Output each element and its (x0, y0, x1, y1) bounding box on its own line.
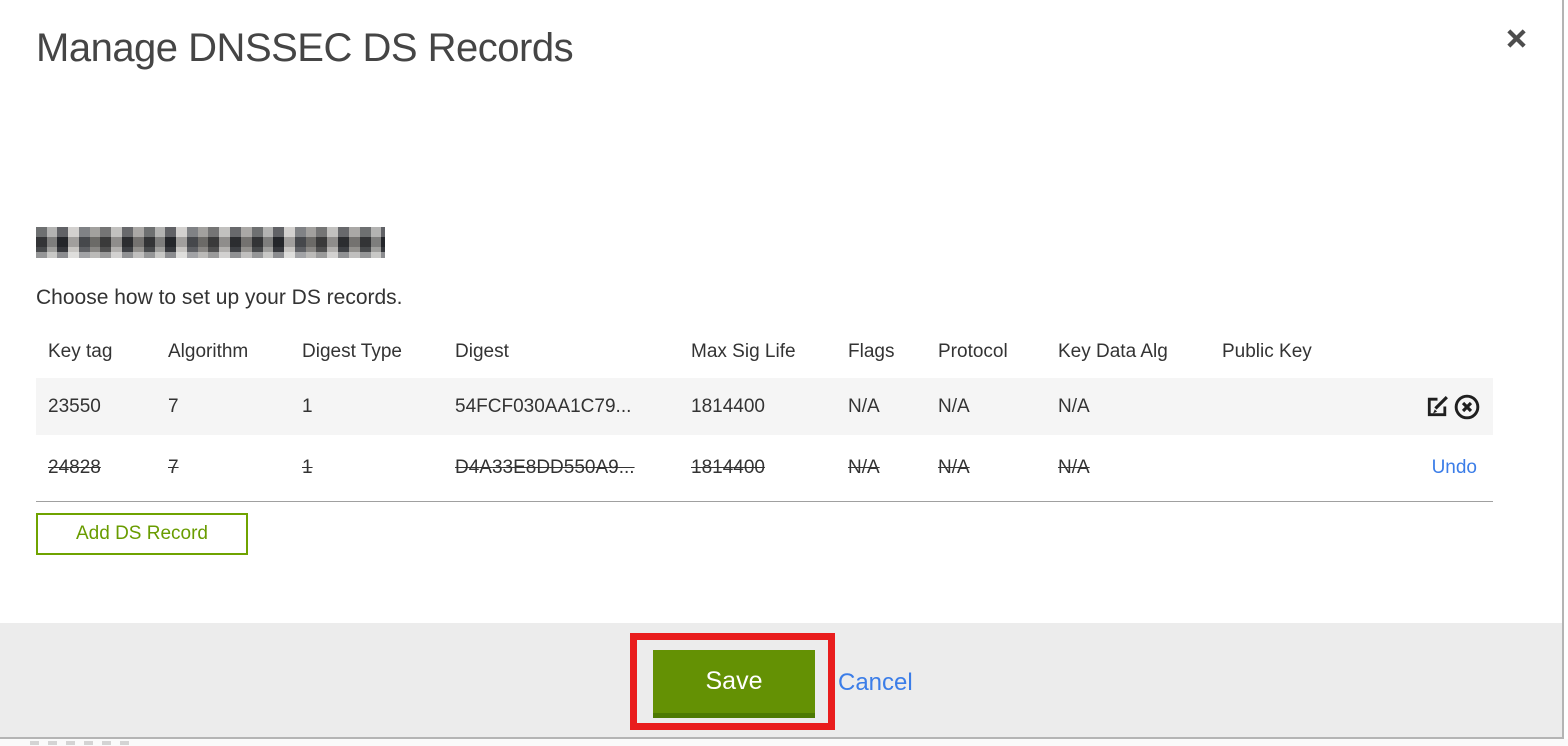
cell-digest: 54FCF030AA1C79... (455, 395, 632, 417)
col-header-flags: Flags (848, 340, 895, 362)
underlying-page-fragment (84, 740, 93, 745)
cell-protocol: N/A (938, 457, 970, 478)
cell-key-tag: 23550 (48, 395, 101, 417)
edit-icon (1427, 396, 1448, 417)
col-header-public-key: Public Key (1222, 340, 1312, 362)
ds-records-table: Key tag Algorithm Digest Type Digest Max… (36, 325, 1493, 502)
cell-flags: N/A (848, 395, 880, 417)
undo-link[interactable]: Undo (1432, 457, 1481, 479)
cell-protocol: N/A (938, 395, 970, 417)
page-title: Manage DNSSEC DS Records (36, 26, 574, 70)
domain-name-redacted (36, 227, 385, 258)
underlying-page-fragment (102, 740, 111, 745)
col-header-digest-type: Digest Type (302, 340, 402, 362)
close-button[interactable] (1496, 18, 1536, 58)
underlying-page-fragment (48, 740, 57, 745)
modal-footer: Save Cancel (0, 623, 1562, 737)
cell-digest: D4A33E8DD550A9... (455, 457, 635, 478)
cell-key-data-alg: N/A (1058, 395, 1090, 417)
col-header-protocol: Protocol (938, 340, 1008, 362)
cancel-link[interactable]: Cancel (838, 669, 913, 697)
close-icon (1506, 28, 1526, 48)
cell-digest-type: 1 (302, 395, 313, 417)
col-header-max-sig-life: Max Sig Life (691, 340, 796, 362)
edit-record-button[interactable] (1424, 393, 1451, 420)
col-header-key-tag: Key tag (48, 340, 113, 362)
cell-algorithm: 7 (168, 395, 179, 417)
cell-algorithm: 7 (168, 457, 179, 478)
underlying-page-fragment (66, 740, 75, 745)
cell-digest-type: 1 (302, 457, 313, 478)
cell-key-tag: 24828 (48, 457, 101, 478)
table-row: 24828 7 1 D4A33E8DD550A9... 1814400 N/A … (36, 435, 1493, 502)
instruction-text: Choose how to set up your DS records. (36, 286, 403, 309)
col-header-digest: Digest (455, 340, 509, 362)
cell-key-data-alg: N/A (1058, 457, 1090, 478)
table-row: 23550 7 1 54FCF030AA1C79... 1814400 N/A … (36, 378, 1493, 435)
underlying-page-fragment (30, 740, 39, 745)
delete-circle-x-icon (1454, 394, 1480, 419)
delete-record-button[interactable] (1453, 393, 1481, 421)
cell-flags: N/A (848, 457, 880, 478)
dnssec-modal: Manage DNSSEC DS Records Choose how to s… (0, 0, 1564, 739)
page-below-modal (0, 739, 1568, 746)
add-ds-record-button[interactable]: Add DS Record (36, 513, 248, 555)
cell-max-sig-life: 1814400 (691, 395, 765, 417)
row-actions (1385, 393, 1493, 421)
cell-max-sig-life: 1814400 (691, 457, 765, 478)
table-header-row: Key tag Algorithm Digest Type Digest Max… (36, 325, 1493, 378)
col-header-algorithm: Algorithm (168, 340, 249, 362)
col-header-key-data-alg: Key Data Alg (1058, 340, 1168, 362)
underlying-page-fragment (120, 740, 129, 745)
row-actions: Undo (1385, 457, 1493, 479)
save-button[interactable]: Save (653, 650, 815, 718)
